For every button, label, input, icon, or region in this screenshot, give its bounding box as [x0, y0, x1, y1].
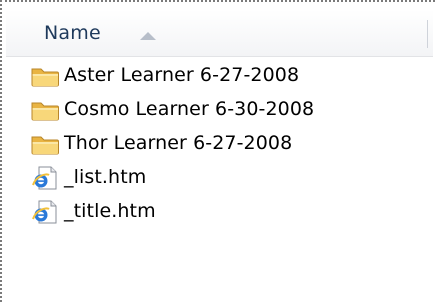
folder-icon: [31, 68, 59, 87]
item-name: _title.htm: [64, 200, 156, 222]
list-item[interactable]: _list.htm: [6, 160, 433, 194]
list-item[interactable]: Cosmo Learner 6-30-2008: [6, 92, 433, 126]
folder-icon: [31, 102, 59, 121]
item-name: Thor Learner 6-27-2008: [64, 132, 293, 154]
list-item[interactable]: Thor Learner 6-27-2008: [6, 126, 433, 160]
ie-html-file-icon: [32, 200, 57, 224]
name-column-header[interactable]: Name: [44, 22, 101, 44]
item-name: Aster Learner 6-27-2008: [64, 64, 300, 86]
file-list: Aster Learner 6-27-2008 Cosmo Learner 6-…: [6, 58, 433, 228]
sort-ascending-icon[interactable]: [140, 32, 156, 40]
file-list-pane: Name Aster Learner 6-27-2008 Cosmo Learn…: [0, 0, 435, 302]
column-header-bar: Name: [6, 10, 433, 57]
list-item[interactable]: Aster Learner 6-27-2008: [6, 58, 433, 92]
folder-icon: [31, 136, 59, 155]
item-name: _list.htm: [64, 166, 147, 188]
item-name: Cosmo Learner 6-30-2008: [64, 98, 315, 120]
column-divider[interactable]: [427, 20, 428, 48]
ie-html-file-icon: [32, 166, 57, 190]
list-item[interactable]: _title.htm: [6, 194, 433, 228]
